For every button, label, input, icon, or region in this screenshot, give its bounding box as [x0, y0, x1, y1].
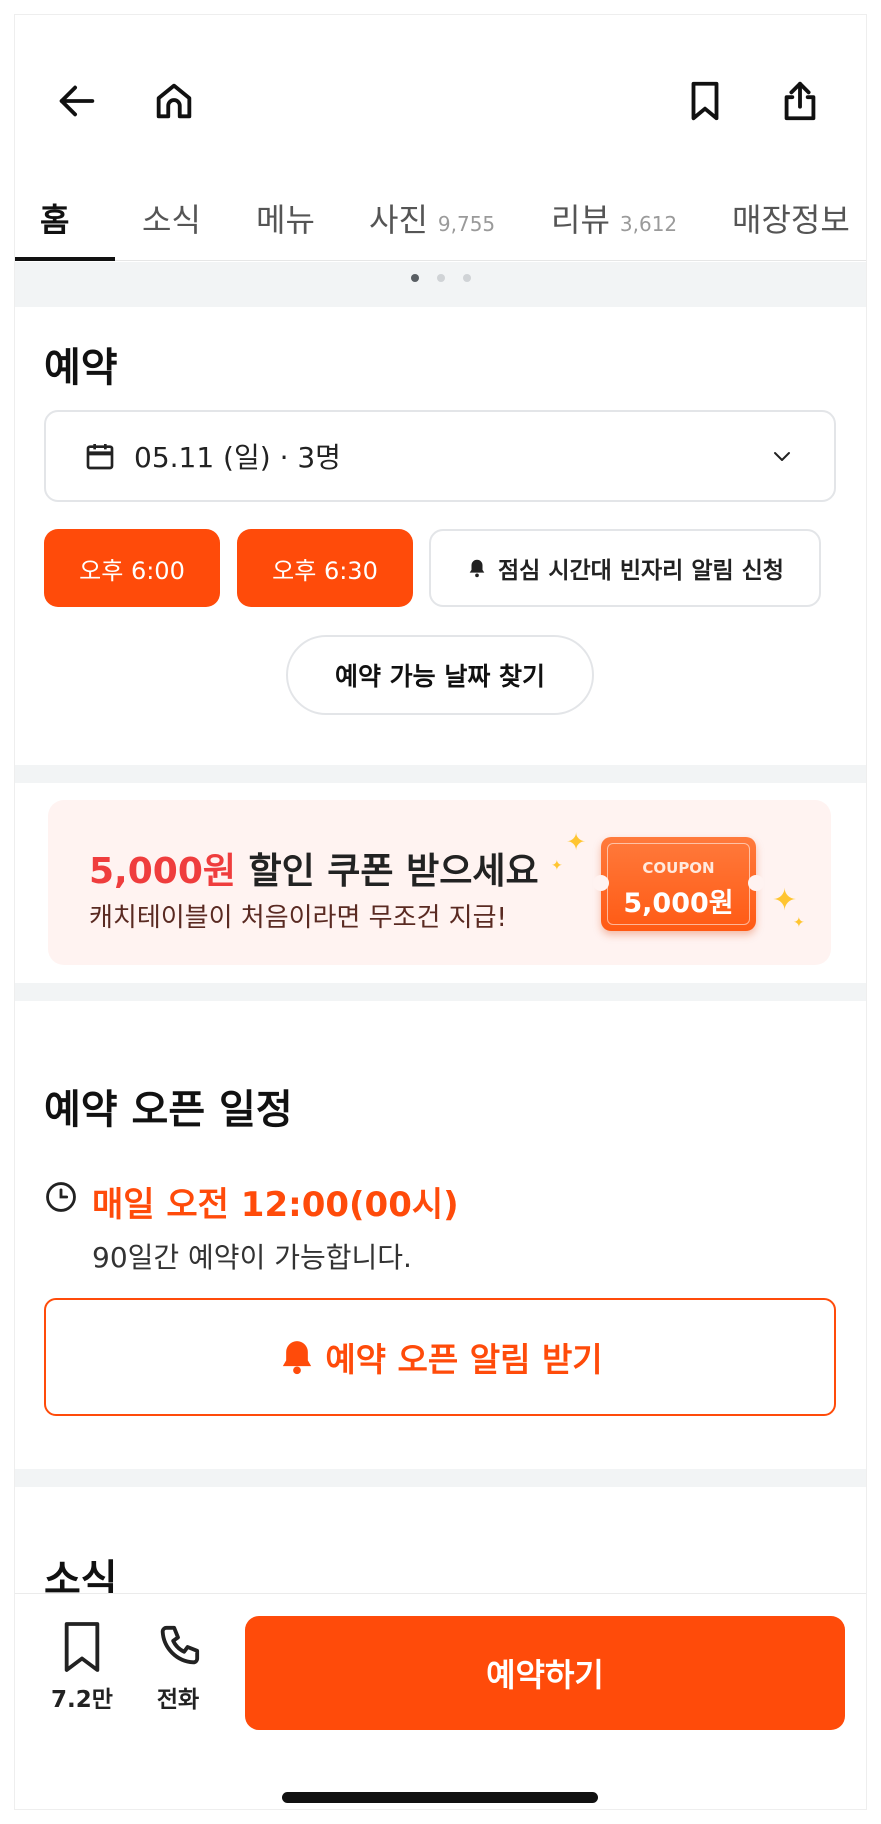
open-schedule-desc: 90일간 예약이 가능합니다.	[92, 1241, 412, 1274]
reservation-title: 예약	[44, 345, 118, 391]
carousel-dot	[437, 274, 445, 282]
coupon-value: 5,000원	[623, 888, 734, 919]
back-button[interactable]	[47, 71, 107, 131]
coupon-headline-text: 할인 쿠폰 받으세요	[236, 851, 539, 892]
bookmark-icon	[64, 1622, 100, 1672]
section-divider	[15, 983, 866, 1001]
coupon-banner[interactable]: 5,000원 할인 쿠폰 받으세요 캐치테이블이 처음이라면 무조건 지급! C…	[48, 800, 831, 965]
coupon-amount: 5,000원	[89, 851, 236, 892]
date-party-value: 05.11 (일) · 3명	[134, 441, 341, 474]
sparkle-icon: ✦	[566, 828, 587, 856]
lunch-vacancy-alert-label: 점심 시간대 빈자리 알림 신청	[498, 558, 784, 584]
reserve-button[interactable]: 예약하기	[245, 1616, 845, 1730]
arrow-left-icon	[59, 85, 95, 117]
calendar-icon	[86, 444, 114, 470]
tab-store-info[interactable]: 매장정보	[732, 195, 850, 241]
save-count: 7.2만	[51, 1687, 113, 1713]
open-schedule-title: 예약 오픈 일정	[44, 1087, 293, 1133]
coupon-label: COUPON	[642, 859, 715, 877]
tab-reviews-count: 3,612	[619, 212, 678, 236]
bookmark-button[interactable]	[675, 71, 735, 131]
call-button[interactable]: 전화	[138, 1620, 218, 1714]
section-divider	[15, 765, 866, 783]
home-button[interactable]	[144, 71, 204, 131]
bottom-action-bar: 7.2만 전화 예약하기	[15, 1593, 866, 1809]
open-notify-button[interactable]: 예약 오픈 알림 받기	[44, 1298, 836, 1416]
tab-menu[interactable]: 메뉴	[256, 195, 315, 241]
share-button[interactable]	[770, 71, 830, 131]
top-bar	[15, 15, 866, 165]
tab-bar: 홈 소식 메뉴 사진 9,755 리뷰 3,612 매장정보	[15, 165, 866, 261]
phone-icon	[160, 1625, 200, 1665]
find-available-date-button[interactable]: 예약 가능 날짜 찾기	[286, 635, 594, 715]
open-notify-label: 예약 오픈 알림 받기	[325, 1340, 603, 1379]
call-label: 전화	[156, 1687, 200, 1713]
app-screen: 홈 소식 메뉴 사진 9,755 리뷰 3,612 매장정보 예약 05.11 (일…	[15, 15, 866, 1809]
tab-home[interactable]: 홈	[40, 195, 69, 241]
sparkle-icon: ✦	[551, 858, 563, 874]
date-party-selector[interactable]: 05.11 (일) · 3명	[44, 410, 836, 502]
chevron-down-icon	[774, 452, 790, 461]
carousel-dot	[463, 274, 471, 282]
clock-icon	[46, 1182, 76, 1212]
coupon-subtext: 캐치테이블이 처음이라면 무조건 지급!	[89, 903, 507, 933]
tab-reviews[interactable]: 리뷰 3,612	[551, 195, 677, 241]
coupon-ticket: COUPON 5,000원	[593, 837, 764, 931]
save-button[interactable]: 7.2만	[42, 1620, 122, 1714]
bell-icon	[469, 559, 485, 578]
coupon-headline: 5,000원 할인 쿠폰 받으세요	[89, 842, 539, 894]
time-slot-button[interactable]: 오후 6:00	[44, 529, 220, 607]
bell-icon	[283, 1341, 312, 1375]
tab-photos[interactable]: 사진 9,755	[369, 195, 495, 241]
active-tab-indicator	[15, 257, 115, 261]
carousel-indicator	[15, 262, 866, 307]
carousel-dot	[411, 274, 419, 282]
time-slot-button[interactable]: 오후 6:30	[237, 529, 413, 607]
lunch-vacancy-alert-button[interactable]: 점심 시간대 빈자리 알림 신청	[429, 529, 821, 607]
open-schedule-time: 매일 오전 12:00(00시)	[92, 1185, 459, 1225]
tab-news[interactable]: 소식	[142, 195, 201, 241]
tab-photos-count: 9,755	[437, 212, 496, 236]
share-icon	[784, 81, 816, 121]
sparkle-icon: ✦	[772, 883, 798, 918]
section-divider	[15, 1469, 866, 1487]
sparkle-icon: ✦	[793, 915, 805, 931]
home-icon	[156, 83, 192, 119]
bookmark-icon	[691, 81, 719, 121]
home-indicator	[282, 1792, 598, 1803]
